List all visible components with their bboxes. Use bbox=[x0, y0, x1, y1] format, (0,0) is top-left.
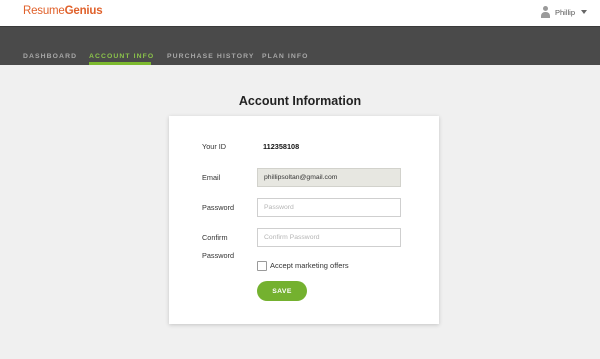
tab-dashboard[interactable]: DASHBOARD bbox=[23, 53, 77, 60]
confirm-label-line1: Confirm bbox=[202, 233, 228, 242]
user-menu[interactable]: Phillip bbox=[540, 5, 588, 19]
tab-account-info[interactable]: ACCOUNT INFO bbox=[89, 53, 154, 60]
top-bar: ResumeGenius Phillip bbox=[0, 0, 600, 26]
email-field[interactable] bbox=[257, 168, 401, 187]
resume-genius-logo[interactable]: ResumeGenius bbox=[23, 5, 103, 17]
id-label: Your ID bbox=[202, 142, 227, 151]
save-button[interactable]: SAVE bbox=[257, 281, 307, 301]
marketing-checkbox[interactable] bbox=[257, 261, 267, 271]
main-nav: DASHBOARD ACCOUNT INFO PURCHASE HISTORY … bbox=[0, 26, 600, 65]
id-value: 112358108 bbox=[263, 142, 300, 151]
user-icon bbox=[540, 6, 551, 18]
password-label: Password bbox=[202, 203, 235, 212]
email-label: Email bbox=[202, 173, 221, 182]
logo-part-genius: Genius bbox=[64, 5, 103, 17]
confirm-label-line2: Password bbox=[202, 251, 235, 260]
logo-part-resume: Resume bbox=[23, 5, 65, 17]
page-title: Account Information bbox=[238, 94, 362, 108]
marketing-label: Accept marketing offers bbox=[270, 261, 349, 270]
password-field[interactable] bbox=[257, 198, 401, 217]
tab-purchase-history[interactable]: PURCHASE HISTORY bbox=[167, 53, 254, 60]
chevron-down-icon bbox=[581, 10, 588, 14]
active-tab-indicator bbox=[89, 62, 151, 65]
tab-plan-info[interactable]: PLAN INFO bbox=[262, 53, 309, 60]
confirm-password-field[interactable] bbox=[257, 228, 401, 247]
account-form-card: Your ID 112358108 Email Password Confirm… bbox=[169, 116, 439, 324]
user-name: Phillip bbox=[555, 7, 576, 17]
